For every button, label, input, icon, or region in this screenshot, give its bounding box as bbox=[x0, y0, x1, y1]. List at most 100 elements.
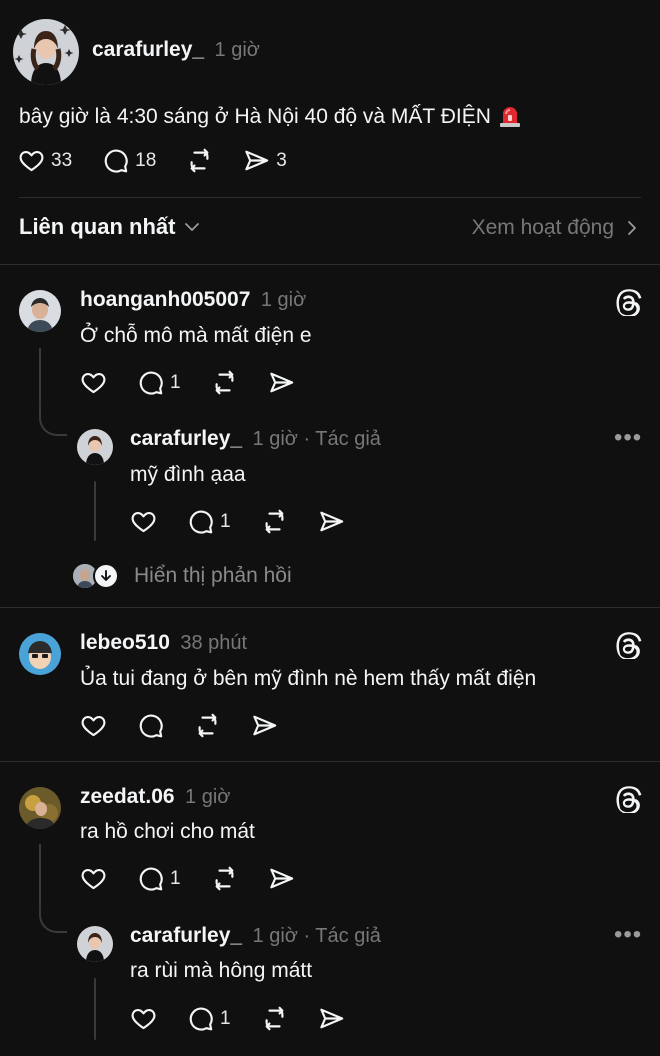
comment-avatar[interactable] bbox=[19, 787, 61, 829]
share-button[interactable] bbox=[251, 712, 278, 739]
reply-username[interactable]: carafurley_ bbox=[130, 427, 242, 450]
share-button[interactable]: 3 bbox=[243, 147, 287, 174]
post-text: bây giờ là 4:30 sáng ở Hà Nội 40 độ và M… bbox=[19, 105, 491, 128]
reply-time: 1 giờ · Tác giả bbox=[252, 428, 381, 450]
comment-header: zeedat.06 1 giờ bbox=[80, 785, 230, 809]
repost-icon bbox=[211, 369, 238, 396]
like-button[interactable] bbox=[130, 1005, 157, 1032]
like-button[interactable] bbox=[130, 508, 157, 535]
comment-icon bbox=[102, 147, 129, 174]
repost-button[interactable] bbox=[211, 865, 238, 892]
post-username[interactable]: carafurley_ bbox=[92, 38, 204, 61]
share-button[interactable] bbox=[268, 369, 295, 396]
thread-connector bbox=[39, 408, 67, 436]
comment-username[interactable]: lebeo510 bbox=[80, 631, 170, 654]
reply-count: 1 bbox=[170, 371, 181, 393]
sort-label: Liên quan nhất bbox=[19, 214, 176, 239]
chevron-right-icon bbox=[628, 221, 636, 235]
heart-icon bbox=[130, 1005, 157, 1032]
like-button[interactable] bbox=[80, 865, 107, 892]
repost-button[interactable] bbox=[261, 1005, 288, 1032]
reply-count: 1 bbox=[170, 867, 181, 889]
arrow-down-icon bbox=[93, 563, 119, 589]
share-button[interactable] bbox=[318, 508, 345, 535]
comment-header: lebeo510 38 phút bbox=[80, 631, 247, 655]
comment-username[interactable]: hoanganh005007 bbox=[80, 288, 250, 311]
comment-text: Ủa tui đang ở bên mỹ đình nè hem thấy mấ… bbox=[80, 667, 537, 690]
post-header: carafurley_ 1 giờ bbox=[92, 38, 260, 62]
more-icon[interactable]: ••• bbox=[614, 921, 642, 949]
comment-divider bbox=[0, 761, 660, 762]
section-divider bbox=[0, 264, 660, 265]
show-replies-label: Hiển thị phản hồi bbox=[134, 564, 292, 587]
threads-logo-icon[interactable] bbox=[613, 783, 643, 813]
view-activity-label: Xem hoạt động bbox=[471, 216, 614, 239]
share-icon bbox=[268, 369, 295, 396]
like-button[interactable]: 33 bbox=[18, 147, 72, 174]
heart-icon bbox=[80, 865, 107, 892]
comment-avatar[interactable] bbox=[19, 290, 61, 332]
share-icon bbox=[268, 865, 295, 892]
comment-button[interactable] bbox=[137, 712, 164, 739]
view-activity-link[interactable]: Xem hoạt động bbox=[472, 216, 640, 240]
like-button[interactable] bbox=[80, 369, 107, 396]
threads-logo-icon[interactable] bbox=[613, 286, 643, 316]
comment-icon bbox=[137, 712, 164, 739]
post-author-avatar[interactable] bbox=[13, 19, 79, 85]
comment-divider bbox=[0, 607, 660, 608]
share-icon bbox=[251, 712, 278, 739]
share-button[interactable] bbox=[268, 865, 295, 892]
sort-dropdown[interactable]: Liên quan nhất bbox=[19, 214, 201, 240]
comment-button[interactable]: 18 bbox=[102, 147, 156, 174]
repost-button[interactable] bbox=[186, 147, 213, 174]
repost-button[interactable] bbox=[211, 369, 238, 396]
heart-icon bbox=[80, 712, 107, 739]
repost-icon bbox=[261, 1005, 288, 1032]
comment-time: 1 giờ bbox=[185, 786, 231, 808]
post-time: 1 giờ bbox=[214, 39, 260, 61]
thread-connector bbox=[39, 905, 67, 933]
share-count: 3 bbox=[276, 149, 287, 171]
comment-actions: 1 bbox=[80, 865, 325, 892]
share-icon bbox=[318, 508, 345, 535]
share-icon bbox=[243, 147, 270, 174]
reply-count: 1 bbox=[220, 1007, 231, 1029]
heart-icon bbox=[80, 369, 107, 396]
comment-username[interactable]: zeedat.06 bbox=[80, 785, 175, 808]
repost-button[interactable] bbox=[194, 712, 221, 739]
siren-emoji-icon bbox=[499, 103, 521, 127]
repost-icon bbox=[194, 712, 221, 739]
repost-button[interactable] bbox=[261, 508, 288, 535]
comment-text: Ở chỗ mô mà mất điện e bbox=[80, 324, 312, 347]
reply-actions: 1 bbox=[130, 508, 375, 535]
comment-icon bbox=[187, 508, 214, 535]
more-icon[interactable]: ••• bbox=[614, 424, 642, 452]
comment-time: 1 giờ bbox=[260, 289, 307, 311]
thread-line bbox=[94, 481, 96, 541]
heart-icon bbox=[18, 147, 45, 174]
like-button[interactable] bbox=[80, 712, 107, 739]
comment-icon bbox=[137, 369, 164, 396]
reply-text: ra rùi mà hông mátt bbox=[130, 959, 313, 982]
comment-button[interactable]: 1 bbox=[187, 508, 231, 535]
repost-icon bbox=[211, 865, 238, 892]
comment-text: ra hồ chơi cho mát bbox=[80, 820, 255, 843]
reply-username[interactable]: carafurley_ bbox=[130, 924, 242, 947]
comment-avatar[interactable] bbox=[19, 633, 61, 675]
comment-button[interactable]: 1 bbox=[137, 865, 181, 892]
threads-logo-icon[interactable] bbox=[613, 629, 643, 659]
comment-button[interactable]: 1 bbox=[187, 1005, 231, 1032]
replier-avatars bbox=[73, 563, 121, 589]
comment-time: 38 phút bbox=[180, 632, 248, 654]
show-replies-link[interactable]: Hiển thị phản hồi bbox=[73, 563, 292, 589]
thread-page: carafurley_ 1 giờ bây giờ là 4:30 sáng ở… bbox=[0, 0, 660, 1056]
reply-avatar[interactable] bbox=[77, 926, 113, 962]
comment-button[interactable]: 1 bbox=[137, 369, 181, 396]
reply-actions: 1 bbox=[130, 1005, 375, 1032]
repost-icon bbox=[261, 508, 288, 535]
comment-icon bbox=[137, 865, 164, 892]
share-button[interactable] bbox=[318, 1005, 345, 1032]
reply-avatar[interactable] bbox=[77, 429, 113, 465]
reply-count: 1 bbox=[220, 510, 231, 532]
comment-actions: 1 bbox=[80, 369, 325, 396]
